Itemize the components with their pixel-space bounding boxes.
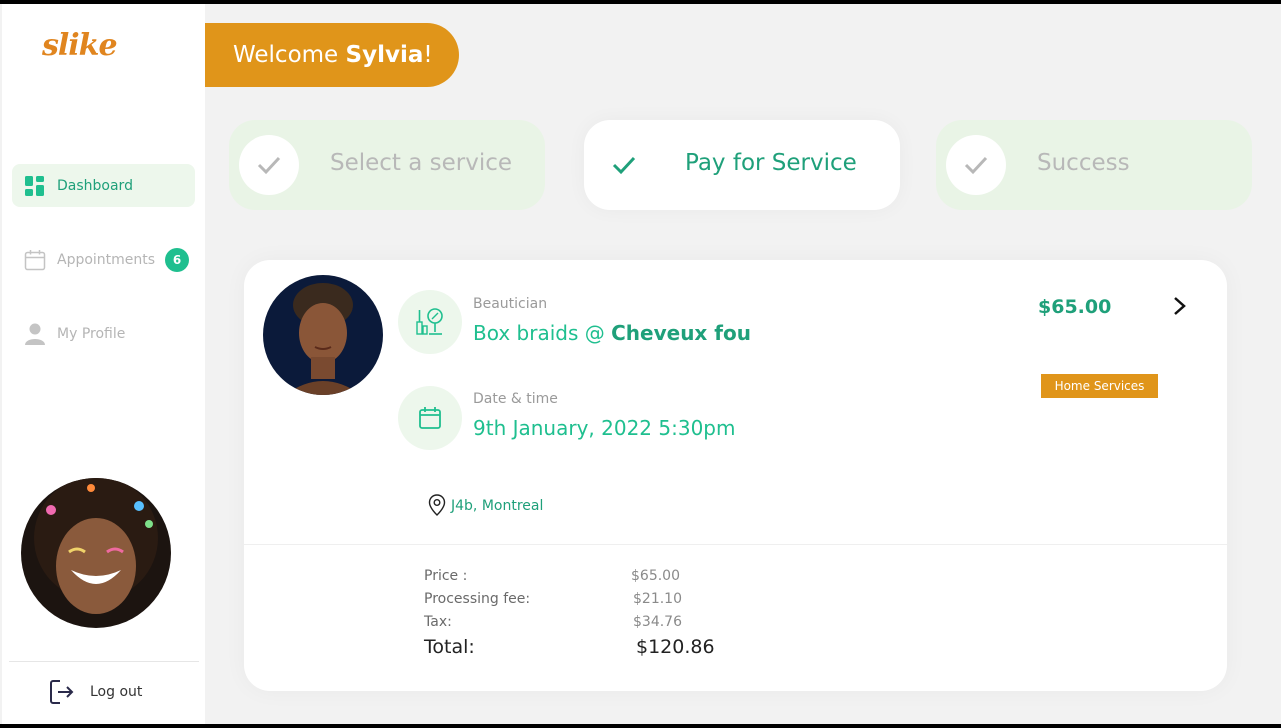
step-check bbox=[946, 135, 1006, 195]
datetime-value: 9th January, 2022 5:30pm bbox=[473, 416, 736, 440]
service-caption: Beautician bbox=[473, 296, 548, 312]
calendar-icon bbox=[419, 407, 441, 429]
location-text: J4b, Montreal bbox=[451, 498, 544, 514]
total-value: $120.86 bbox=[636, 636, 715, 658]
sidebar-item-my-profile[interactable]: My Profile bbox=[12, 312, 195, 355]
step-check bbox=[594, 135, 654, 195]
sidebar-item-label: Appointments bbox=[57, 252, 156, 268]
service-price: $65.00 bbox=[1038, 296, 1112, 318]
check-icon bbox=[612, 156, 636, 175]
appointments-count-badge: 6 bbox=[165, 248, 189, 272]
step-select-service[interactable]: Select a service bbox=[229, 120, 545, 210]
datetime-caption: Date & time bbox=[473, 391, 558, 407]
sidebar-item-appointments[interactable]: Appointments 6 bbox=[12, 238, 195, 281]
step-success[interactable]: Success bbox=[936, 120, 1252, 210]
provider-avatar[interactable] bbox=[263, 275, 383, 395]
user-avatar[interactable] bbox=[21, 478, 171, 628]
price-label: Price : bbox=[424, 568, 468, 584]
dashboard-icon bbox=[25, 176, 44, 196]
salon-name[interactable]: Cheveux fou bbox=[611, 321, 751, 345]
sidebar-item-label: Dashboard bbox=[57, 178, 133, 194]
service-name: Box braids @ bbox=[473, 321, 612, 345]
sidebar-divider bbox=[9, 661, 199, 662]
tax-label: Tax: bbox=[424, 614, 452, 630]
map-pin-icon bbox=[428, 494, 446, 516]
card-divider bbox=[244, 544, 1227, 545]
step-label: Success bbox=[1037, 150, 1130, 176]
service-type-tag: Home Services bbox=[1041, 374, 1158, 398]
service-icon-circle bbox=[398, 290, 462, 354]
calendar-icon bbox=[24, 250, 46, 271]
beauty-tools-icon bbox=[416, 308, 443, 335]
sidebar-item-dashboard[interactable]: Dashboard bbox=[12, 164, 195, 207]
datetime-icon-circle bbox=[398, 386, 462, 450]
booking-card: Beautician Box braids @ Cheveux fou Date… bbox=[244, 260, 1227, 691]
step-pay-for-service[interactable]: Pay for Service bbox=[584, 120, 900, 210]
price-value: $65.00 bbox=[631, 568, 680, 584]
welcome-banner: Welcome Sylvia! bbox=[205, 23, 459, 87]
step-label: Pay for Service bbox=[685, 150, 857, 176]
welcome-suffix: ! bbox=[423, 42, 433, 68]
check-icon bbox=[964, 156, 988, 175]
processing-fee-value: $21.10 bbox=[633, 591, 682, 607]
step-check bbox=[239, 135, 299, 195]
sidebar-item-label: My Profile bbox=[57, 326, 126, 342]
step-label: Select a service bbox=[330, 150, 513, 176]
welcome-prefix: Welcome bbox=[233, 42, 346, 68]
logout-icon bbox=[50, 680, 74, 704]
brand-logo[interactable]: slike bbox=[42, 28, 118, 63]
logout-button[interactable]: Log out bbox=[48, 676, 168, 708]
sidebar: slike Dashboard Appointments 6 My Profil… bbox=[2, 4, 205, 724]
chevron-right-icon[interactable] bbox=[1171, 296, 1189, 316]
logout-label: Log out bbox=[90, 684, 143, 700]
user-icon bbox=[25, 323, 45, 345]
check-icon bbox=[257, 156, 281, 175]
tax-value: $34.76 bbox=[633, 614, 682, 630]
service-title: Box braids @ Cheveux fou bbox=[473, 321, 751, 345]
app-window: slike Dashboard Appointments 6 My Profil… bbox=[0, 4, 1281, 724]
user-name: Sylvia bbox=[345, 42, 424, 68]
processing-fee-label: Processing fee: bbox=[424, 591, 531, 607]
total-label: Total: bbox=[424, 636, 475, 658]
